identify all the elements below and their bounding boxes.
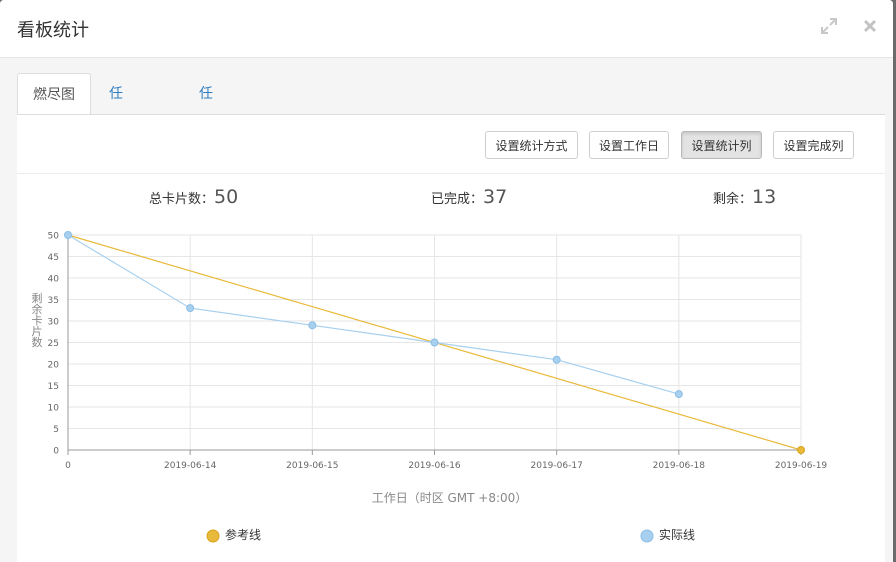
x-tick-label: 2019-06-18 [653, 461, 706, 471]
legend-marker-1 [640, 529, 654, 543]
data-point [64, 231, 72, 239]
data-point [430, 338, 439, 347]
statistics-dialog: 看板统计 燃尽图 任务分布 任务周期 设置统计方式 设置工作日 设置统计列 设置… [0, 0, 893, 562]
data-point [797, 446, 805, 454]
x-tick-label: 2019-06-15 [286, 461, 338, 471]
data-point [186, 304, 195, 313]
data-point [674, 390, 683, 399]
data-point [552, 355, 561, 364]
y-tick-label: 15 [48, 382, 59, 392]
y-tick-label: 10 [48, 404, 60, 414]
series-line-1 [67, 234, 679, 395]
legend-marker-0 [206, 529, 220, 543]
y-tick-label: 30 [48, 318, 60, 328]
x-axis-title: 工作日（时区 GMT +8:00） [372, 491, 528, 505]
y-axis-title-char: 数 [32, 336, 43, 349]
y-tick-label: 0 [53, 447, 59, 457]
y-tick-label: 45 [48, 253, 59, 263]
burndown-chart: 0 5 10 15 20 25 30 35 40 45 50 0 2019-06-14 2019-06-1… [32, 231, 828, 543]
x-tick-label: 2019-06-16 [408, 461, 461, 471]
data-point [308, 321, 317, 330]
y-tick-label: 50 [48, 232, 60, 242]
y-tick-label: 5 [53, 425, 59, 435]
legend-label-1: 实际线 [659, 527, 695, 542]
x-tick-label: 2019-06-17 [531, 461, 583, 471]
y-tick-label: 35 [48, 296, 59, 306]
y-tick-label: 40 [48, 275, 60, 285]
y-tick-label: 20 [48, 361, 60, 371]
legend-label-0: 参考线 [225, 527, 261, 542]
x-tick-label: 2019-06-14 [164, 461, 217, 471]
x-tick-label: 0 [65, 461, 71, 471]
x-tick-label: 2019-06-19 [775, 461, 828, 471]
y-tick-label: 25 [48, 339, 59, 349]
